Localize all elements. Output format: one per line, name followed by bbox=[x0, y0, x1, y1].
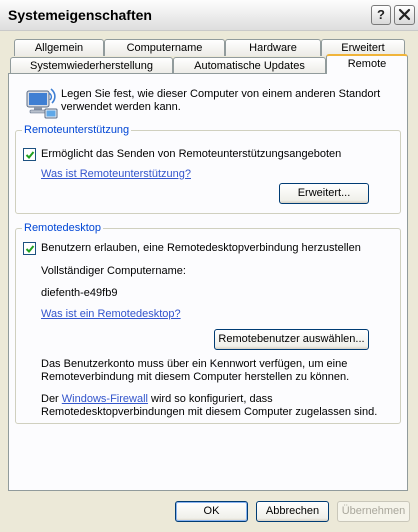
remote-desktop-group: Remotedesktop Benutzern erlauben, eine R… bbox=[15, 222, 401, 424]
computername-value: diefenth-e49fb9 bbox=[41, 287, 118, 299]
firewall-note-line-2: Remotedesktopverbindungen mit diesem Com… bbox=[41, 406, 378, 418]
tab-automatische-updates[interactable]: Automatische Updates bbox=[173, 57, 326, 74]
tab-hardware[interactable]: Hardware bbox=[225, 39, 321, 56]
title-bar[interactable]: Systemeigenschaften ? bbox=[0, 0, 418, 31]
firewall-note-line-1: Der Windows-Firewall wird so konfigurier… bbox=[41, 393, 273, 406]
checkmark-icon bbox=[25, 151, 35, 159]
password-note-line-1: Das Benutzerkonto muss über ein Kennwort… bbox=[41, 358, 348, 370]
remote-desktop-help-link[interactable]: Was ist ein Remotedesktop? bbox=[41, 308, 181, 321]
ok-button[interactable]: OK bbox=[175, 501, 248, 522]
apply-button[interactable]: Übernehmen bbox=[337, 501, 410, 522]
remote-assistance-checkbox[interactable] bbox=[23, 148, 36, 161]
remote-assistance-legend: Remoteunterstützung bbox=[22, 124, 132, 137]
remote-assistance-help-link[interactable]: Was ist Remoteunterstützung? bbox=[41, 168, 191, 181]
intro-line-1: Legen Sie fest, wie dieser Computer von … bbox=[61, 88, 381, 100]
remote-desktop-legend: Remotedesktop bbox=[22, 222, 104, 235]
close-button[interactable] bbox=[394, 5, 415, 25]
remote-assistance-label[interactable]: Ermöglicht das Senden von Remoteunterstü… bbox=[41, 148, 341, 161]
advanced-button[interactable]: Erweitert... bbox=[279, 183, 369, 204]
checkmark-icon bbox=[25, 245, 35, 253]
password-note-line-2: Remoteverbindung mit diesem Computer her… bbox=[41, 371, 350, 383]
firewall-note-suffix: wird so konfiguriert, dass bbox=[147, 393, 273, 405]
close-icon bbox=[398, 8, 411, 21]
remote-computer-icon bbox=[26, 88, 58, 119]
window-title: Systemeigenschaften bbox=[8, 7, 152, 23]
windows-firewall-link[interactable]: Windows-Firewall bbox=[62, 393, 148, 405]
tab-computername[interactable]: Computername bbox=[104, 39, 225, 56]
remote-desktop-checkbox[interactable] bbox=[23, 242, 36, 255]
help-button[interactable]: ? bbox=[371, 5, 391, 25]
select-remote-users-button[interactable]: Remotebenutzer auswählen... bbox=[214, 329, 369, 350]
remote-tab-panel: Legen Sie fest, wie dieser Computer von … bbox=[8, 73, 408, 491]
remote-assistance-group: Remoteunterstützung Ermöglicht das Sende… bbox=[15, 124, 401, 214]
tab-remote[interactable]: Remote bbox=[326, 54, 408, 74]
firewall-note-prefix: Der bbox=[41, 393, 62, 405]
tab-allgemein[interactable]: Allgemein bbox=[14, 39, 104, 56]
computername-label: Vollständiger Computername: bbox=[41, 265, 186, 277]
remote-desktop-label[interactable]: Benutzern erlauben, eine Remotedesktopve… bbox=[41, 242, 361, 255]
tab-systemwiederherstellung[interactable]: Systemwiederherstellung bbox=[10, 57, 173, 74]
system-properties-dialog: Systemeigenschaften ? Allgemein Computer… bbox=[0, 0, 418, 532]
intro-line-2: verwendet werden kann. bbox=[61, 101, 181, 113]
cancel-button[interactable]: Abbrechen bbox=[256, 501, 329, 522]
